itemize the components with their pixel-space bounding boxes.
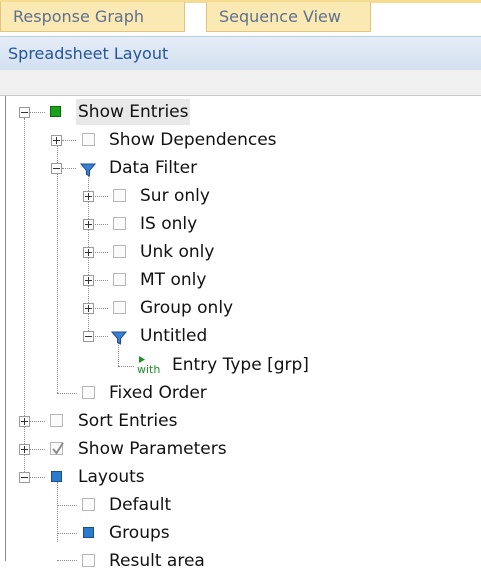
section-header: Spreadsheet Layout xyxy=(0,36,481,70)
checkbox-icon[interactable] xyxy=(82,386,95,399)
checkbox-icon[interactable] xyxy=(82,498,95,511)
tree-view[interactable]: Show Entries Show Dependences Data Filte… xyxy=(0,96,481,571)
checkbox-icon[interactable] xyxy=(113,273,126,286)
tree-item-group-only[interactable]: Group only xyxy=(0,295,481,321)
checkbox-icon[interactable] xyxy=(113,245,126,258)
blue-square-icon xyxy=(51,471,62,482)
tree-item-label: Data Filter xyxy=(109,158,198,178)
tree-item-unk-only[interactable]: Unk only xyxy=(0,239,481,265)
tree-item-label: Layouts xyxy=(78,467,145,487)
tree-item-label: Show Entries xyxy=(76,99,191,125)
tree-item-layouts[interactable]: Layouts xyxy=(0,464,481,490)
tree-item-label: Unk only xyxy=(140,242,215,262)
tree-item-label: Groups xyxy=(109,523,170,543)
expand-icon[interactable] xyxy=(83,247,94,258)
checkbox-icon[interactable] xyxy=(50,414,63,427)
expand-icon[interactable] xyxy=(83,191,94,202)
expand-icon[interactable] xyxy=(83,219,94,230)
blue-square-icon xyxy=(83,527,94,538)
tree-item-fixed-order[interactable]: Fixed Order xyxy=(0,380,481,406)
tree-item-label: Fixed Order xyxy=(109,383,207,403)
tree-item-label: IS only xyxy=(140,214,198,234)
tree-item-mt-only[interactable]: MT only xyxy=(0,267,481,293)
expand-icon[interactable] xyxy=(83,303,94,314)
section-title: Spreadsheet Layout xyxy=(8,44,169,63)
checkbox-icon[interactable] xyxy=(113,301,126,314)
tab-response-graph[interactable]: Response Graph xyxy=(0,2,185,32)
tree-item-label: Entry Type [grp] xyxy=(172,355,309,375)
with-icon: with xyxy=(136,354,166,376)
tree-item-show-dependences[interactable]: Show Dependences xyxy=(0,127,481,153)
toolbar xyxy=(0,70,481,96)
tree-item-groups[interactable]: Groups xyxy=(0,520,481,546)
green-square-icon xyxy=(50,106,61,117)
tree-item-entry-type[interactable]: with Entry Type [grp] xyxy=(0,352,481,378)
tab-sequence-view[interactable]: Sequence View xyxy=(206,2,371,32)
tree-item-label: Group only xyxy=(140,298,234,318)
expand-icon[interactable] xyxy=(19,444,30,455)
tree-item-data-filter[interactable]: Data Filter xyxy=(0,155,481,181)
collapse-icon[interactable] xyxy=(19,107,30,118)
tree-item-label: MT only xyxy=(140,270,207,290)
tree-item-default[interactable]: Default xyxy=(0,492,481,518)
funnel-icon xyxy=(110,328,128,345)
tree-item-show-entries[interactable]: Show Entries xyxy=(0,99,481,125)
tree-item-is-only[interactable]: IS only xyxy=(0,211,481,237)
collapse-icon[interactable] xyxy=(51,163,62,174)
expand-icon[interactable] xyxy=(19,416,30,427)
checkbox-icon[interactable] xyxy=(113,189,126,202)
tree-item-label: Show Parameters xyxy=(78,439,227,459)
with-icon-text: with xyxy=(137,363,160,376)
tree-item-label: Show Dependences xyxy=(109,130,277,150)
tree-item-sort-entries[interactable]: Sort Entries xyxy=(0,408,481,434)
tree-item-result-area[interactable]: Result area xyxy=(0,548,481,574)
collapse-icon[interactable] xyxy=(83,331,94,342)
checkbox-icon[interactable] xyxy=(113,217,126,230)
collapse-icon[interactable] xyxy=(19,472,30,483)
funnel-icon xyxy=(79,160,97,177)
tree-item-label: Result area xyxy=(109,551,205,571)
expand-icon[interactable] xyxy=(51,135,62,146)
tree-item-label: Default xyxy=(109,495,172,515)
checkmark-icon[interactable] xyxy=(50,442,64,455)
checkbox-icon[interactable] xyxy=(82,133,95,146)
tree-item-untitled[interactable]: Untitled xyxy=(0,323,481,349)
expand-icon[interactable] xyxy=(83,275,94,286)
tree-item-show-parameters[interactable]: Show Parameters xyxy=(0,436,481,462)
tree-item-label: Untitled xyxy=(140,326,208,346)
tree-item-sur-only[interactable]: Sur only xyxy=(0,183,481,209)
tree-item-label: Sur only xyxy=(140,186,210,206)
tab-bar: Response Graph Sequence View xyxy=(0,0,481,34)
tree-item-label: Sort Entries xyxy=(78,411,178,431)
